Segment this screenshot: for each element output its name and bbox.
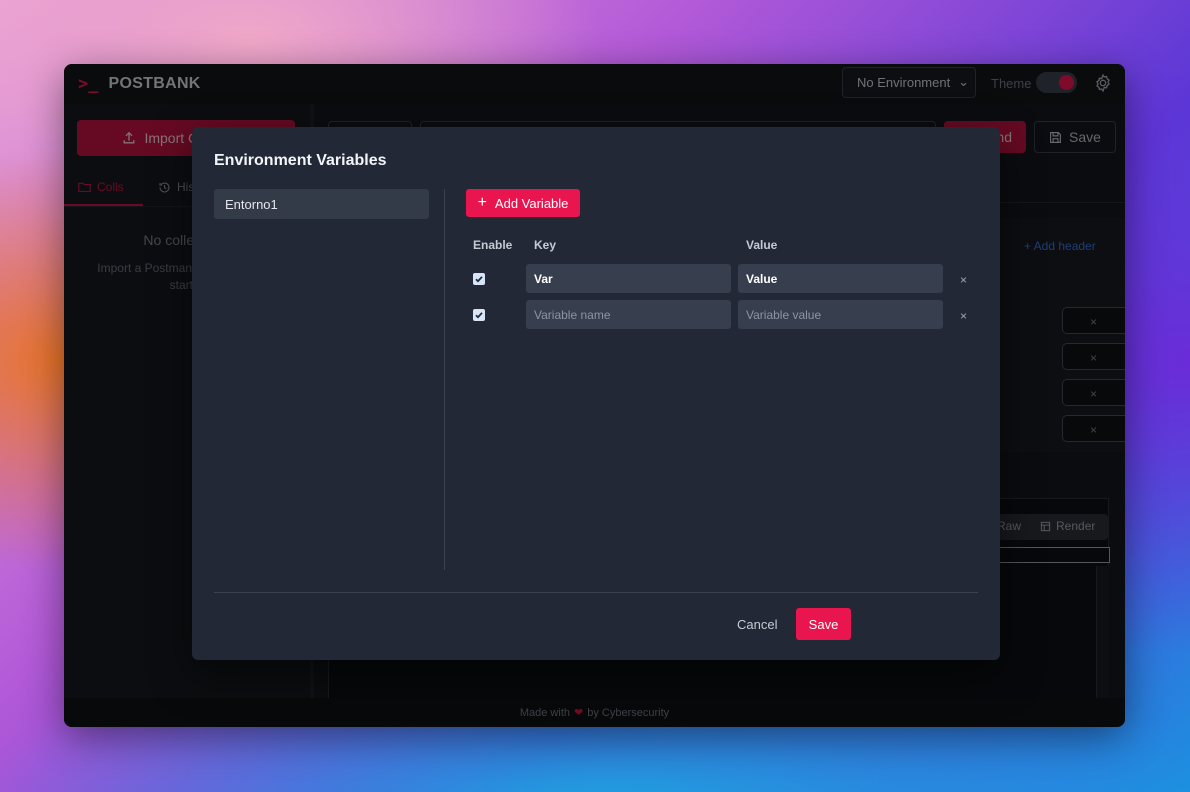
cancel-button[interactable]: Cancel: [737, 617, 777, 632]
remove-variable-icon[interactable]: ×: [960, 309, 967, 323]
save-button-label: Save: [808, 616, 839, 632]
plus-icon: +: [477, 194, 487, 211]
variable-enable-checkbox[interactable]: [473, 309, 485, 321]
variable-enable-checkbox[interactable]: [473, 273, 485, 285]
add-variable-label: Add Variable: [494, 195, 569, 211]
checkmark-icon: [475, 276, 483, 283]
environment-variables-dialog: Environment Variables Entorno1 + Add Var…: [192, 127, 1000, 660]
column-header-value: Value: [746, 238, 778, 252]
column-header-key: Key: [534, 238, 557, 252]
dialog-vertical-divider: [444, 189, 445, 570]
column-header-enable: Enable: [473, 238, 513, 252]
environment-name: Entorno1: [225, 196, 278, 212]
dialog-footer-divider: [214, 592, 978, 593]
checkmark-icon: [475, 312, 483, 319]
dialog-title: Environment Variables: [214, 152, 387, 169]
save-button[interactable]: Save: [796, 608, 851, 640]
environment-list-item[interactable]: Entorno1: [214, 189, 429, 219]
variable-key-input[interactable]: Variable name: [526, 300, 731, 329]
variable-key-input[interactable]: Var: [526, 264, 731, 293]
variable-value-input[interactable]: Value: [738, 264, 943, 293]
variable-value-input[interactable]: Variable value: [738, 300, 943, 329]
app-window: >_ POSTBANK No Environment ⌄ Theme Impor…: [64, 64, 1125, 727]
add-variable-button[interactable]: + Add Variable: [466, 189, 580, 217]
remove-variable-icon[interactable]: ×: [960, 273, 967, 287]
